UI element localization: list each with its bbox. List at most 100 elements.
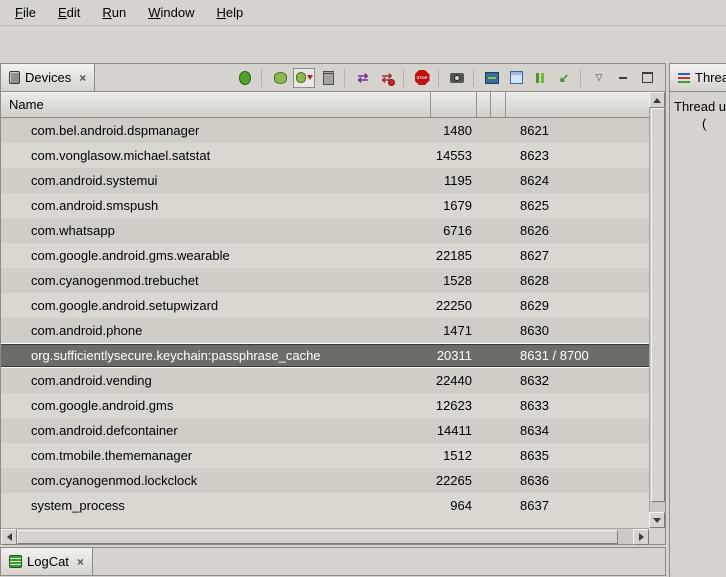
menu-file[interactable]: File	[4, 0, 47, 25]
close-icon[interactable]: ×	[77, 555, 84, 569]
blank-cell	[477, 218, 491, 243]
toolbar-separator	[344, 69, 348, 87]
table-row[interactable]: com.tmobile.thememanager15128635	[1, 443, 649, 468]
blank-cell	[477, 493, 491, 518]
tab-devices[interactable]: Devices ×	[1, 64, 95, 91]
update-threads-icon[interactable]	[352, 68, 374, 88]
table-row[interactable]: com.whatsapp67168626	[1, 218, 649, 243]
opengl-trace-icon[interactable]	[553, 68, 575, 88]
blank-cell	[477, 368, 491, 393]
process-name: com.android.vending	[1, 368, 431, 393]
horizontal-scrollbar[interactable]	[1, 528, 649, 544]
process-name: com.android.phone	[1, 318, 431, 343]
table-row[interactable]: com.android.vending224408632	[1, 368, 649, 393]
tab-logcat-label: LogCat	[27, 554, 69, 569]
process-name: com.google.android.gms.wearable	[1, 243, 431, 268]
table-row[interactable]: com.bel.android.dspmanager14808621	[1, 118, 649, 143]
up-arrow-icon	[653, 98, 661, 103]
process-name: com.android.systemui	[1, 168, 431, 193]
minimize-icon[interactable]	[612, 68, 634, 88]
table-row[interactable]: system_process964 8637	[1, 493, 649, 518]
maximize-icon[interactable]	[636, 68, 658, 88]
process-name: com.cyanogenmod.lockclock	[1, 468, 431, 493]
start-method-profiling-icon[interactable]	[376, 68, 398, 88]
menu-run[interactable]: Run	[91, 0, 137, 25]
devices-panel: Devices × Name com.bel.android.dspmanage…	[0, 63, 666, 545]
blank-cell	[491, 143, 506, 168]
scroll-up-button[interactable]	[649, 92, 665, 108]
blank-cell	[477, 393, 491, 418]
process-name: system_process	[1, 493, 431, 518]
menu-help[interactable]: Help	[205, 0, 254, 25]
menu-window[interactable]: Window	[137, 0, 205, 25]
toolbar-strip	[0, 27, 726, 63]
table-row[interactable]: com.android.smspush16798625	[1, 193, 649, 218]
threads-message: Thread up (	[670, 92, 726, 132]
scrollbar-corner	[649, 528, 665, 544]
process-port: 8635	[506, 443, 649, 468]
table-row[interactable]: com.google.android.gms.wearable221858627	[1, 243, 649, 268]
tab-threads[interactable]: Threads	[670, 64, 726, 91]
table-row[interactable]: com.android.defcontainer144118634	[1, 418, 649, 443]
process-port: 8636	[506, 468, 649, 493]
process-port: 8621	[506, 118, 649, 143]
menu-bar: FileEditRunWindowHelp	[0, 0, 726, 26]
blank-cell	[491, 368, 506, 393]
vertical-scroll-thumb[interactable]	[651, 108, 665, 502]
stop-process-icon[interactable]	[411, 68, 433, 88]
column-header-pid[interactable]	[431, 92, 477, 117]
table-row[interactable]: com.cyanogenmod.lockclock22265 8636	[1, 468, 649, 493]
table-row[interactable]: org.sufficientlysecure.keychain:passphra…	[1, 343, 649, 368]
toolbar-separator	[261, 69, 265, 87]
horizontal-scroll-thumb[interactable]	[17, 530, 618, 544]
process-name: com.cyanogenmod.trebuchet	[1, 268, 431, 293]
process-port: 8628	[506, 268, 649, 293]
blank-cell	[477, 418, 491, 443]
column-header-name[interactable]: Name	[1, 92, 431, 117]
process-pid: 20311	[431, 344, 477, 367]
process-port: 8629	[506, 293, 649, 318]
process-port: 8624	[506, 168, 649, 193]
threads-message-line2: (	[674, 115, 726, 132]
process-pid: 1528	[431, 268, 477, 293]
blank-cell	[477, 243, 491, 268]
tab-devices-label: Devices	[25, 70, 71, 85]
blank-cell	[477, 193, 491, 218]
blank-cell	[491, 393, 506, 418]
update-heap-icon[interactable]	[269, 68, 291, 88]
table-row[interactable]: com.cyanogenmod.trebuchet1528 8628	[1, 268, 649, 293]
allocation-tracker-icon[interactable]	[529, 68, 551, 88]
vertical-scrollbar[interactable]	[649, 92, 665, 528]
process-port: 8625	[506, 193, 649, 218]
down-arrow-icon	[653, 518, 661, 523]
table-row[interactable]: com.vonglasow.michael.satstat145538623	[1, 143, 649, 168]
tab-logcat[interactable]: LogCat ×	[1, 548, 93, 575]
close-icon[interactable]: ×	[79, 71, 86, 85]
threads-tabrow: Threads	[670, 64, 726, 92]
systrace-icon[interactable]	[481, 68, 503, 88]
table-row[interactable]: com.google.android.setupwizard222508629	[1, 293, 649, 318]
process-pid: 22265	[431, 468, 477, 493]
table-row[interactable]: com.android.phone14718630	[1, 318, 649, 343]
table-row[interactable]: com.google.android.gms126238633	[1, 393, 649, 418]
scroll-left-button[interactable]	[1, 529, 17, 545]
process-port: 8634	[506, 418, 649, 443]
column-header-port[interactable]	[506, 92, 649, 117]
debug-process-icon[interactable]	[234, 68, 256, 88]
table-row[interactable]: com.android.systemui11958624	[1, 168, 649, 193]
process-name: com.android.smspush	[1, 193, 431, 218]
process-port: 8637	[506, 493, 649, 518]
process-pid: 1471	[431, 318, 477, 343]
cause-gc-icon[interactable]	[317, 68, 339, 88]
view-menu-icon[interactable]	[588, 68, 610, 88]
scroll-down-button[interactable]	[649, 512, 665, 528]
screen-capture-icon[interactable]	[446, 68, 468, 88]
logcat-icon	[9, 555, 22, 568]
process-pid: 964	[431, 493, 477, 518]
blank-cell	[491, 318, 506, 343]
dump-hprof-icon[interactable]	[293, 68, 315, 88]
hierarchy-view-icon[interactable]	[505, 68, 527, 88]
menu-edit[interactable]: Edit	[47, 0, 91, 25]
scroll-right-button[interactable]	[633, 529, 649, 545]
table-header: Name	[1, 92, 649, 118]
